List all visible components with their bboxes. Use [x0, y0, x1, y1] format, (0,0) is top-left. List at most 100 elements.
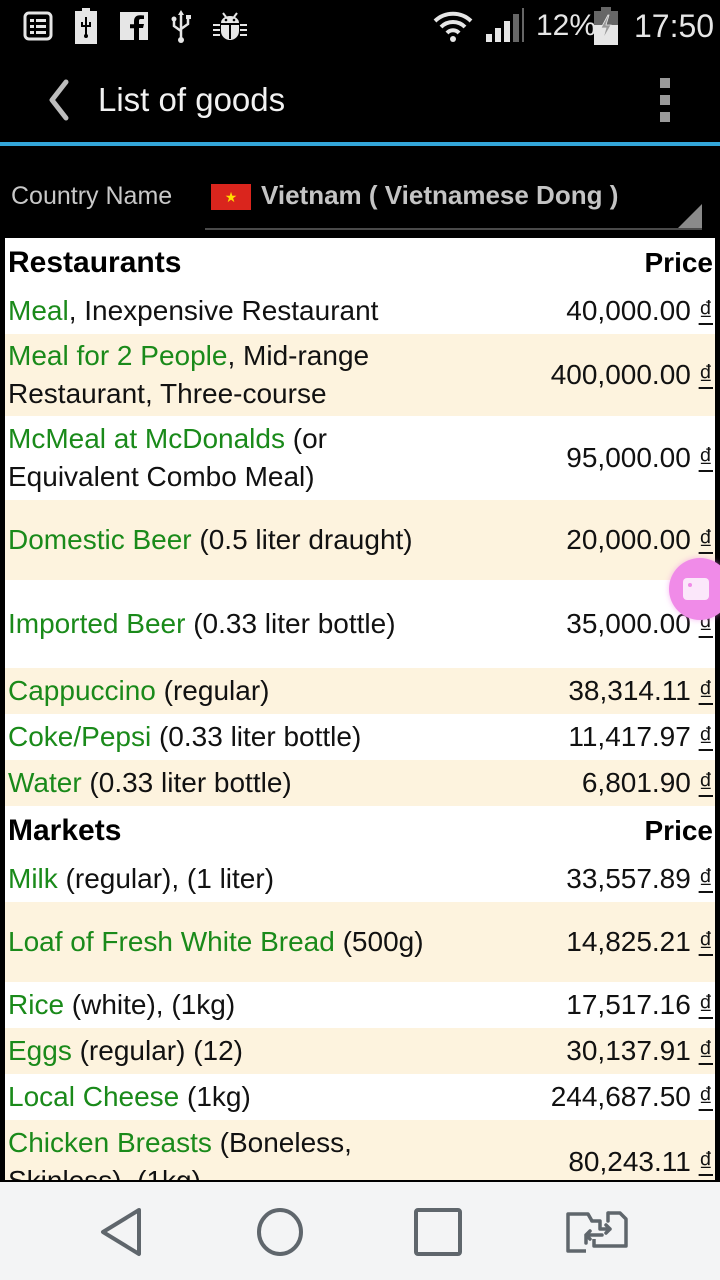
item-name-detail: (regular) (12) — [71, 1035, 243, 1066]
item-name-highlight: Coke/Pepsi — [8, 721, 152, 752]
price-value: 35,000.00 — [566, 608, 691, 639]
item-name: Water (0.33 liter bottle) — [8, 764, 428, 802]
table-row[interactable]: Coke/Pepsi (0.33 liter bottle) 11,417.97… — [5, 714, 715, 760]
table-row[interactable]: Local Cheese (1kg) 244,687.50 ₫ — [5, 1074, 715, 1120]
item-name-highlight: Meal — [8, 295, 69, 326]
table-row[interactable]: Eggs (regular) (12) 30,137.91 ₫ — [5, 1028, 715, 1074]
currency-symbol: ₫ — [698, 863, 713, 894]
item-name-detail: (500g) — [334, 926, 424, 957]
item-name-detail: (0.5 liter draught) — [191, 524, 413, 555]
price-value: 33,557.89 — [566, 863, 691, 894]
currency-symbol: ₫ — [698, 989, 713, 1020]
item-name-detail: (0.33 liter bottle) — [81, 767, 292, 798]
price-value: 95,000.00 — [566, 442, 691, 473]
task-list-icon — [22, 8, 54, 44]
item-name: Rice (white), (1kg) — [8, 986, 428, 1024]
battery-percent: 12% — [536, 9, 597, 42]
table-row[interactable]: Meal, Inexpensive Restaurant 40,000.00 ₫ — [5, 288, 715, 334]
country-label: Country Name — [11, 182, 173, 210]
item-price: 95,000.00 ₫ — [566, 442, 713, 474]
price-column-header: Price — [644, 815, 714, 846]
facebook-icon — [120, 8, 148, 44]
item-price: 6,801.90 ₫ — [582, 767, 713, 799]
overflow-menu-button[interactable] — [650, 78, 680, 122]
item-name-highlight: Local Cheese — [8, 1081, 180, 1112]
currency-symbol: ₫ — [698, 1081, 713, 1112]
currency-symbol: ₫ — [698, 1146, 713, 1177]
nav-back-button[interactable] — [87, 1202, 157, 1262]
item-price: 38,314.11 ₫ — [568, 675, 713, 707]
item-price: 400,000.00 ₫ — [551, 359, 713, 391]
item-name: Loaf of Fresh White Bread (500g) — [8, 923, 428, 961]
country-spinner-value: Vietnam ( Vietnamese Dong ) — [261, 180, 619, 210]
price-value: 17,517.16 — [566, 989, 691, 1020]
item-name: Local Cheese (1kg) — [8, 1078, 428, 1116]
item-price: 80,243.11 ₫ — [568, 1146, 713, 1178]
currency-symbol: ₫ — [698, 442, 713, 473]
price-value: 80,243.11 — [568, 1146, 691, 1177]
item-name: Domestic Beer (0.5 liter draught) — [8, 521, 428, 559]
navigation-bar — [0, 1182, 720, 1280]
signal-icon — [484, 8, 524, 44]
item-name: McMeal at McDonalds (or Equivalent Combo… — [8, 420, 428, 496]
table-row[interactable]: Chicken Breasts (Boneless, Skinless), (1… — [5, 1120, 715, 1180]
item-price: 30,137.91 ₫ — [566, 1035, 713, 1067]
more-vert-icon-dot — [660, 78, 670, 88]
price-value: 38,314.11 — [568, 675, 691, 706]
action-bar: List of goods — [0, 52, 720, 144]
table-row[interactable]: Imported Beer (0.33 liter bottle) 35,000… — [5, 580, 715, 668]
item-price: 244,687.50 ₫ — [551, 1081, 713, 1113]
section-title: Restaurants — [8, 246, 182, 279]
table-row[interactable]: Domestic Beer (0.5 liter draught) 20,000… — [5, 500, 715, 580]
item-name: Coke/Pepsi (0.33 liter bottle) — [8, 718, 428, 756]
table-row[interactable]: McMeal at McDonalds (or Equivalent Combo… — [5, 416, 715, 500]
debug-bug-icon — [212, 8, 248, 44]
usb-battery-icon — [74, 8, 98, 44]
item-name-highlight: Chicken Breasts — [8, 1127, 212, 1158]
battery-charging-icon — [593, 7, 619, 45]
table-row[interactable]: Meal for 2 People, Mid-range Restaurant,… — [5, 334, 715, 416]
back-triangle-icon — [101, 1208, 141, 1256]
item-price: 20,000.00 ₫ — [566, 524, 713, 556]
item-name: Milk (regular), (1 liter) — [8, 860, 428, 898]
currency-symbol: ₫ — [698, 767, 713, 798]
item-price: 11,417.97 ₫ — [568, 721, 713, 753]
nav-switch-apps-button[interactable] — [562, 1202, 632, 1262]
vietnam-flag-icon: ★ — [211, 184, 251, 210]
currency-symbol: ₫ — [698, 675, 713, 706]
table-row[interactable]: Milk (regular), (1 liter) 33,557.89 ₫ — [5, 856, 715, 902]
item-name-detail: (regular), (1 liter) — [57, 863, 275, 894]
item-name: Imported Beer (0.33 liter bottle) — [8, 605, 428, 643]
item-name-detail: (white), (1kg) — [64, 989, 236, 1020]
country-spinner[interactable]: ★ Vietnam ( Vietnamese Dong ) — [205, 170, 702, 230]
section-header-restaurants: Restaurants Price — [5, 238, 715, 288]
table-row[interactable]: Cappuccino (regular) 38,314.11 ₫ — [5, 668, 715, 714]
item-name-detail: , Inexpensive Restaurant — [68, 295, 379, 326]
nav-recents-button[interactable] — [403, 1202, 473, 1262]
recents-square-icon — [414, 1208, 462, 1256]
usb-icon — [168, 8, 194, 44]
item-price: 17,517.16 ₫ — [566, 989, 713, 1021]
table-row[interactable]: Water (0.33 liter bottle) 6,801.90 ₫ — [5, 760, 715, 806]
nav-home-button[interactable] — [245, 1202, 315, 1262]
price-value: 244,687.50 — [550, 1081, 691, 1112]
item-name-highlight: Meal for 2 People — [8, 340, 228, 371]
more-vert-icon-dot — [660, 95, 670, 105]
item-name-detail: (regular) — [155, 675, 270, 706]
price-value: 6,801.90 — [581, 767, 691, 798]
item-name-highlight: Cappuccino — [8, 675, 156, 706]
price-value: 20,000.00 — [566, 524, 691, 555]
spinner-dropdown-icon — [678, 204, 702, 228]
goods-table[interactable]: Restaurants Price Meal, Inexpensive Rest… — [5, 238, 715, 1180]
currency-symbol: ₫ — [698, 359, 713, 390]
price-value: 40,000.00 — [566, 295, 691, 326]
item-name-highlight: Domestic Beer — [8, 524, 192, 555]
status-bar: 12% 17:50 — [0, 0, 720, 52]
item-name-highlight: Imported Beer — [8, 608, 186, 639]
table-row[interactable]: Rice (white), (1kg) 17,517.16 ₫ — [5, 982, 715, 1028]
section-title: Markets — [8, 814, 122, 847]
item-name-highlight: Loaf of Fresh White Bread — [8, 926, 335, 957]
section-header-markets: Markets Price — [5, 806, 715, 856]
table-row[interactable]: Loaf of Fresh White Bread (500g) 14,825.… — [5, 902, 715, 982]
back-button[interactable] — [36, 74, 80, 126]
